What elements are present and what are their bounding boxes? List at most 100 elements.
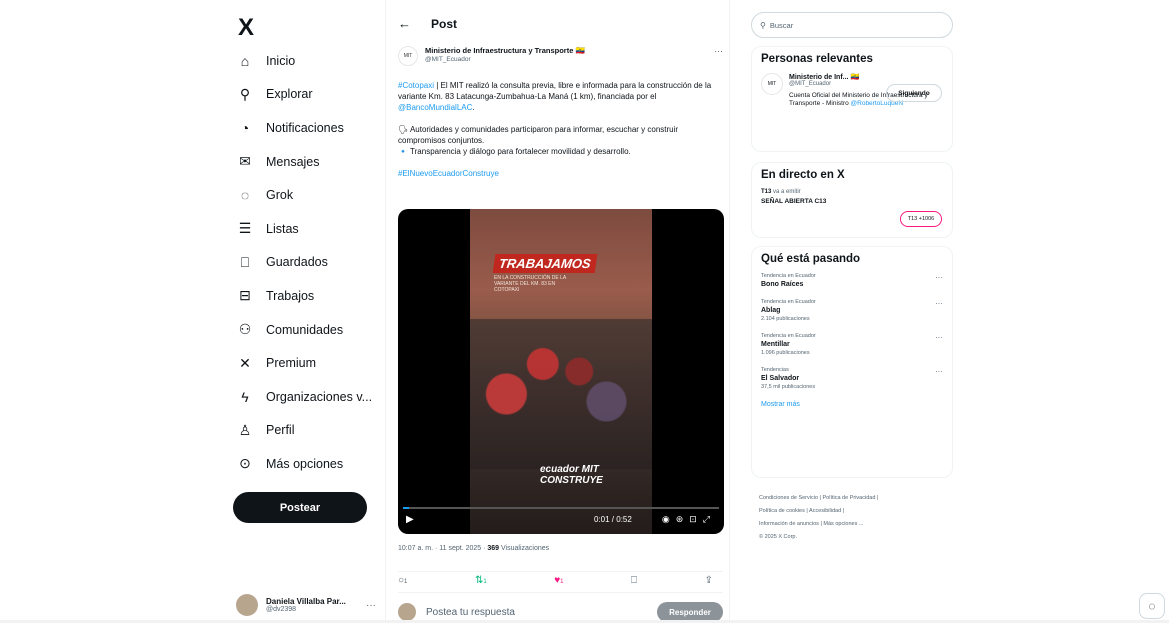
user-name: Daniela Villalba Par... [266,597,346,606]
more-dots-icon[interactable]: ··· [714,46,723,66]
trend-context: Tendencia en Ecuador [761,273,816,279]
nav-item-guardados[interactable]: ⎕ Guardados [236,246,372,280]
footer-links: Condiciones de Servicio | Política de Pr… [759,492,949,544]
reply-input[interactable]: Postea tu respuesta [426,607,515,618]
nav-item-inicio[interactable]: ⌂ Inicio [236,44,372,78]
page-title: Post [431,16,458,31]
nav-item-listas[interactable]: ☰ Listas [236,212,372,246]
author-avatar[interactable]: MIT [398,46,418,66]
lightning-icon: ϟ [241,388,249,405]
nav-label: Organizaciones v... [266,389,373,404]
trend-item[interactable]: Tendencia en Ecuador Ablag 2.104 publica… [761,299,943,322]
trend-item[interactable]: Tendencia en Ecuador Bono Raíces ··· [761,273,943,288]
repost-count: 1 [483,579,487,585]
nav-item-notificaciones[interactable]: ◔ Notificaciones [236,111,372,145]
trend-context: Tendencia en Ecuador [761,299,816,305]
video-control-icons[interactable]: ◉⊛⊡⤢ [662,514,716,525]
search-input[interactable]: ⚲ Buscar [751,12,953,38]
footer-line[interactable]: Condiciones de Servicio | Política de Pr… [759,492,949,505]
search-placeholder: Buscar [769,20,794,30]
fullscreen-icon[interactable]: ⤢ [703,514,716,524]
footer-line: © 2025 X Corp. [759,534,797,540]
more-dots-icon[interactable]: ··· [935,273,943,282]
nav-label: Premium [266,356,317,371]
nav-item-comunidades[interactable]: ⚇ Comunidades [236,313,372,347]
back-arrow-icon[interactable]: ← [398,16,411,31]
trend-count: 37,5 mil publicaciones [761,384,816,390]
trend-name: Ablag [761,307,781,314]
panel-title: Qué está pasando [761,253,861,265]
x-premium-icon: ✕ [239,354,251,371]
trend-item[interactable]: Tendencias El Salvador 37,5 mil publicac… [761,367,943,390]
hashtag-link[interactable]: #ElNuevoEcuadorConstruye [398,169,499,178]
live-stream-title[interactable]: SEÑAL ABIERTA C13 [761,198,943,205]
footer-line[interactable]: Información de anuncios | Más opciones .… [759,518,949,531]
app: X ⌂ Inicio ⚲ Explorar ◔ Notificaciones ✉ Men… [0,0,1169,623]
user-handle: @dv2398 [266,606,297,613]
panel-title: En directo en X [761,169,845,181]
pip-icon[interactable]: ⊡ [689,514,703,524]
video-subhead: EN LA CONSTRUCCIÓN DE LA VARIANTE DEL KM… [494,275,566,293]
search-icon: ⚲ [239,85,251,102]
more-dots-icon[interactable]: ··· [935,367,943,376]
bookmark-action[interactable]: ⎕ [631,575,637,592]
trend-context: Tendencias [761,367,789,373]
briefcase-icon: ⊟ [239,287,251,304]
post-datetime[interactable]: 10:07 a. m. · 11 sept. 2025 · [398,545,487,552]
nav-item-mensajes[interactable]: ✉ Mensajes [236,145,372,179]
trending-panel: Qué está pasando Tendencia en Ecuador Bo… [751,246,953,478]
video-player[interactable]: TRABAJAMOS EN LA CONSTRUCCIÓN DE LA VARI… [398,209,724,534]
nav-item-trabajos[interactable]: ⊟ Trabajos [236,279,372,313]
post-text-part: 🗣 Autoridades y comunidades participaron… [398,125,679,145]
settings-icon[interactable]: ⊛ [676,514,690,524]
like-action[interactable]: ♥1 [554,575,563,592]
post-header: ← Post [398,16,457,31]
relevant-people-panel: Personas relevantes MIT Ministerio de In… [751,46,953,152]
x-logo-icon[interactable]: X [238,14,254,42]
live-host[interactable]: T13 va a emitir [761,189,943,195]
person-avatar[interactable]: MIT [761,73,783,95]
nav-item-grok[interactable]: ◌ Grok [236,178,372,212]
repost-action[interactable]: ⇅1 [475,575,487,592]
live-badge[interactable]: T13 +1006 [900,211,942,227]
person-name[interactable]: Ministerio de Inf... 🇪🇨 [789,73,943,81]
nav-label: Listas [266,221,299,236]
nav-item-organizaciones[interactable]: ϟ Organizaciones v... [236,380,372,414]
avatar [398,603,416,621]
author-handle[interactable]: @MIT_Ecuador [425,56,585,63]
nav-label: Guardados [266,255,328,270]
nav-item-explorar[interactable]: ⚲ Explorar [236,78,372,112]
nav-label: Mensajes [266,154,320,169]
trend-count: 1.096 publicaciones [761,350,810,356]
trend-item[interactable]: Tendencia en Ecuador Mentillar 1.096 pub… [761,333,943,356]
grok-icon: ◌ [240,187,250,204]
show-more-link[interactable]: Mostrar más [761,401,943,408]
nav-label: Notificaciones [266,120,344,135]
reply-button[interactable]: Responder [657,602,723,622]
more-dots-icon[interactable]: ··· [935,299,943,308]
following-button[interactable]: Siguiendo [886,84,942,102]
nav-menu: ⌂ Inicio ⚲ Explorar ◔ Notificaciones ✉ Mensa… [236,44,372,481]
video-tagline: ecuador MIT CONSTRUYE [540,464,603,486]
nav-item-premium[interactable]: ✕ Premium [236,346,372,380]
account-switcher[interactable]: Daniela Villalba Par... @dv2398 ··· [236,591,376,619]
post-text-part: . [472,103,475,112]
author-name[interactable]: Ministerio de Infraestructura y Transpor… [425,46,585,55]
footer-line[interactable]: Política de cookies | Accesibilidad | [759,505,949,518]
grok-icon[interactable]: ◌ [1139,593,1165,619]
more-dots-icon[interactable]: ··· [935,333,943,342]
video-frame: TRABAJAMOS EN LA CONSTRUCCIÓN DE LA VARI… [470,209,652,534]
play-icon[interactable]: ▶ [406,514,414,525]
post-button[interactable]: Postear [233,492,367,523]
video-controls: ▶ 0:01 / 0:52 ◉⊛⊡⤢ [398,504,724,534]
mention-link[interactable]: @BancoMundialLAC [398,103,472,112]
nav-label: Comunidades [266,322,344,337]
reply-action[interactable]: ○1 [398,575,407,592]
post-text-part: | El MIT realizó la consulta previa, lib… [398,81,712,101]
hashtag-link[interactable]: #Cotopaxi [398,81,434,90]
nav-item-perfil[interactable]: ♙ Perfil [236,414,372,448]
share-action[interactable]: ⇪ [705,575,713,592]
video-progress-bar[interactable] [403,507,719,509]
volume-icon[interactable]: ◉ [662,514,676,524]
nav-item-mas-opciones[interactable]: ⊙ Más opciones [236,447,372,481]
